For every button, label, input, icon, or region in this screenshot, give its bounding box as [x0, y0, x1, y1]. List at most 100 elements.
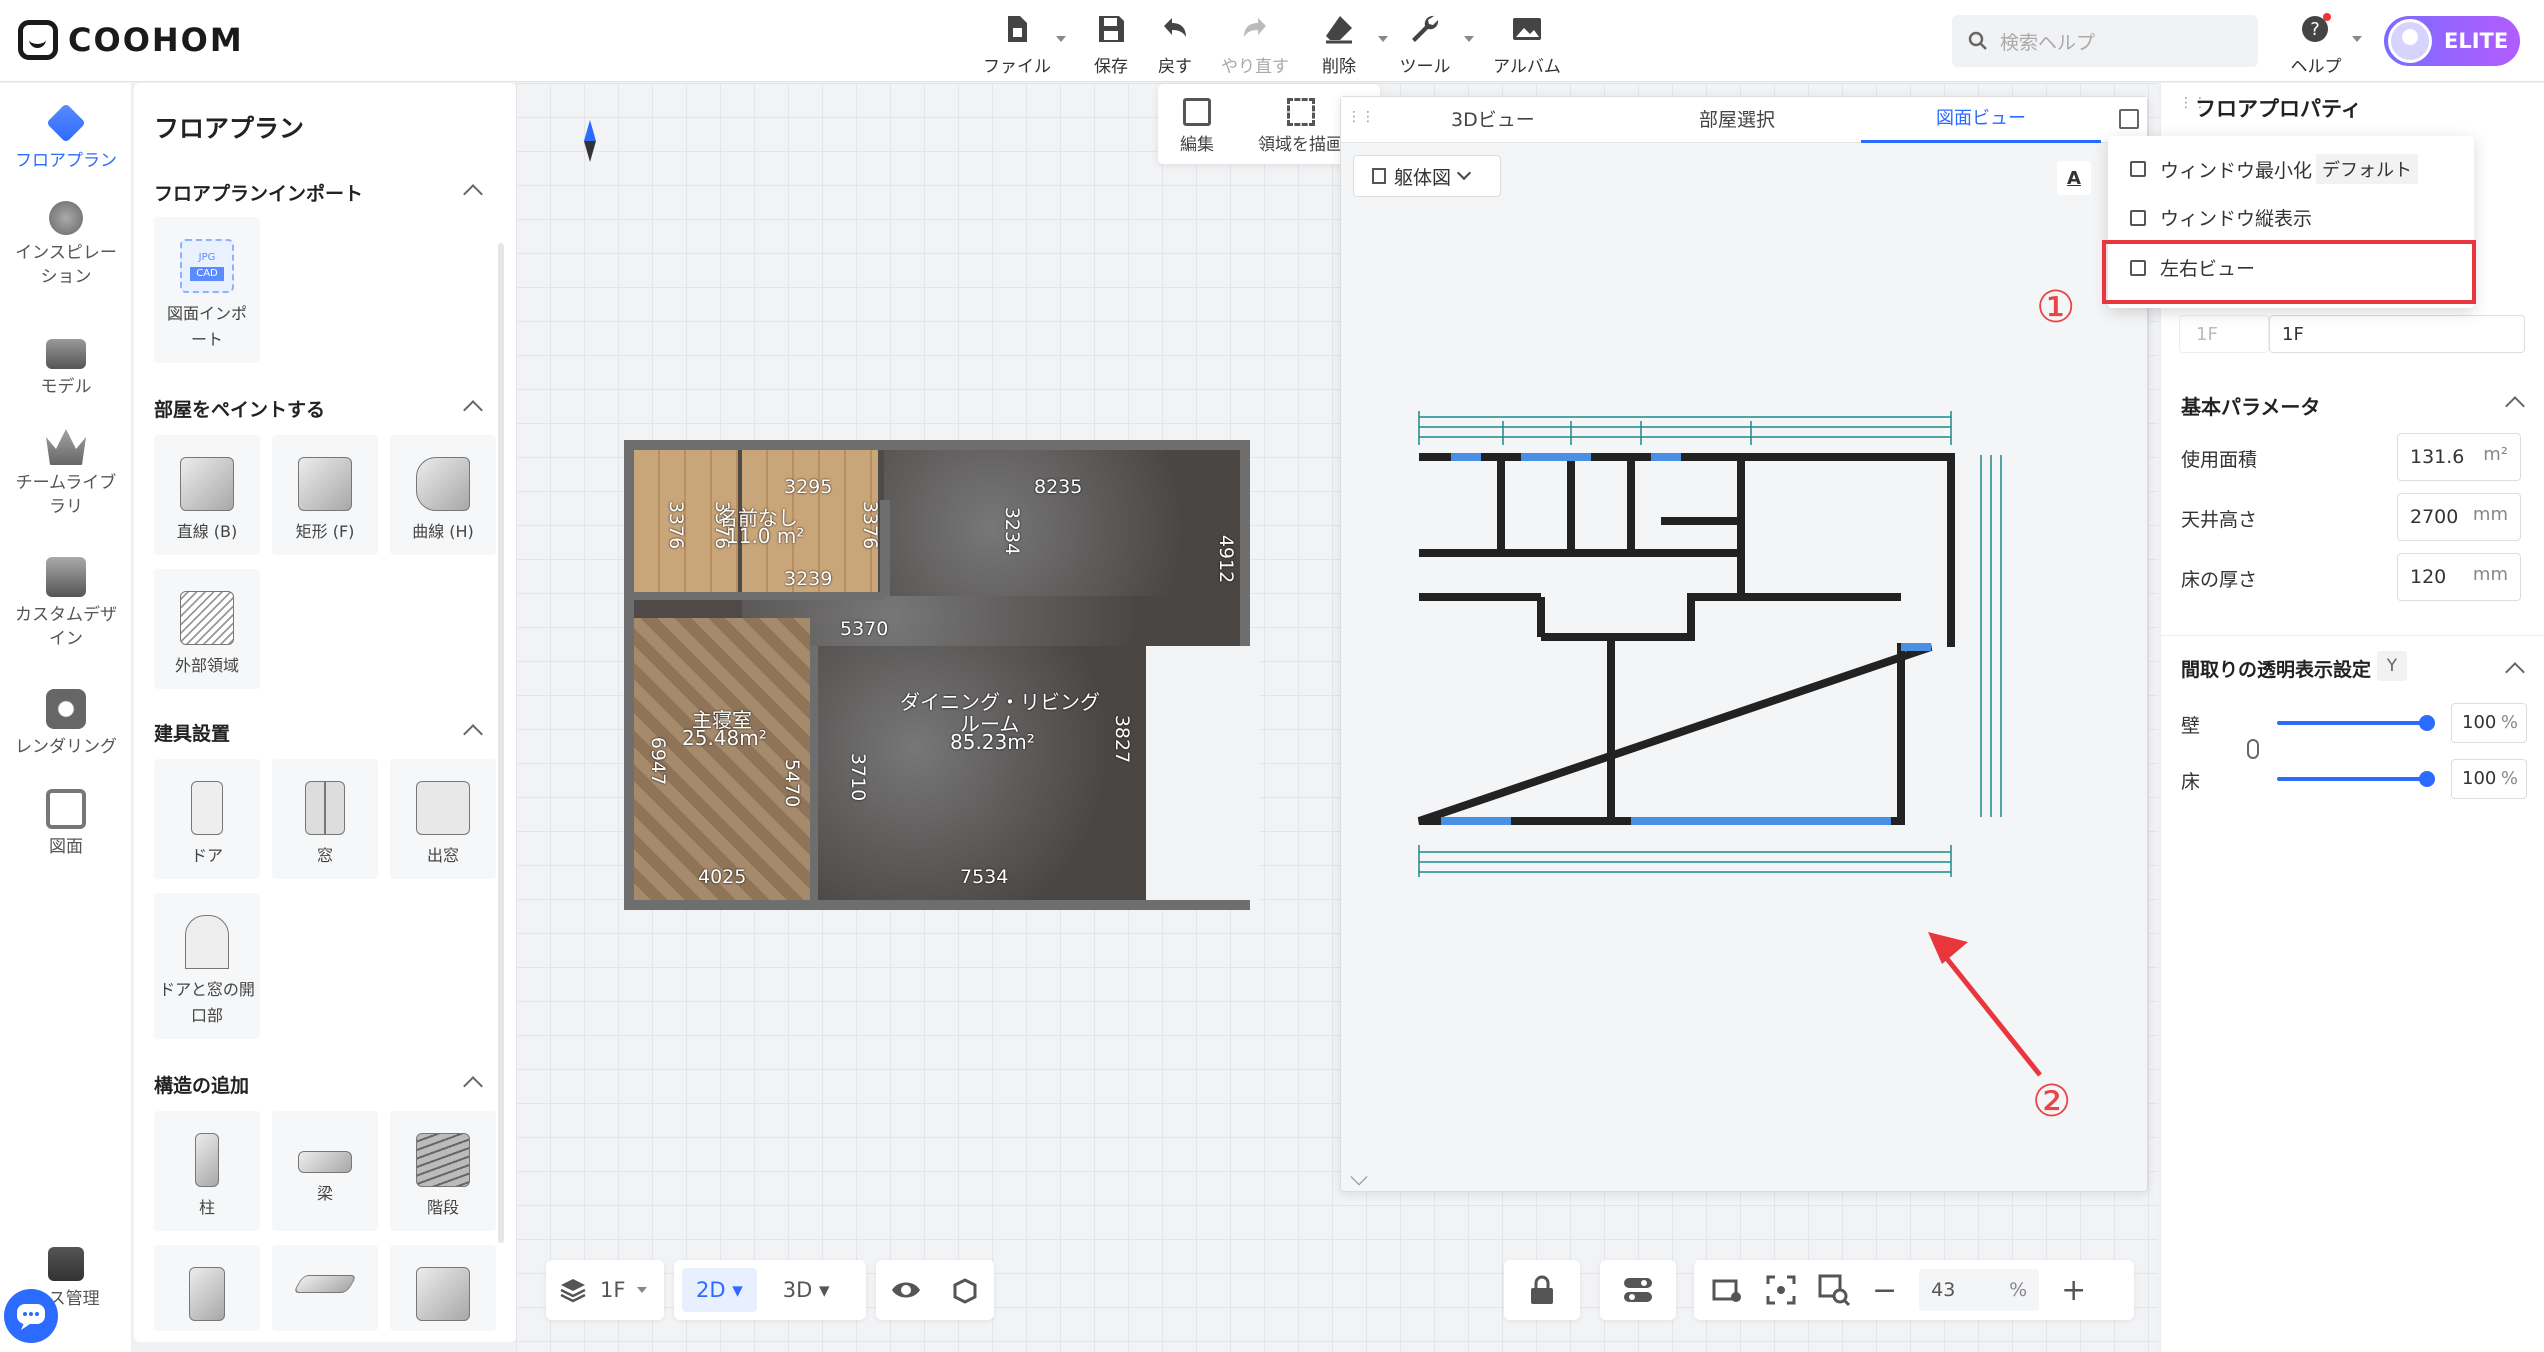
camera-settings-icon[interactable]: [1712, 1275, 1744, 1305]
menu-item-minimize[interactable]: ウィンドウ最小化 デフォルト: [2130, 154, 2419, 184]
collapse-chevron-icon[interactable]: [463, 184, 483, 204]
rail-item-model[interactable]: モデル: [0, 333, 132, 399]
rail-item-custom-design[interactable]: カスタムデザイン: [0, 557, 132, 651]
zoom-fit-icon[interactable]: [1818, 1274, 1850, 1306]
redo-button[interactable]: やり直す: [1210, 12, 1300, 77]
zoom-in-icon[interactable]: +: [2061, 1273, 2086, 1308]
tools-menu-button[interactable]: ツール: [1380, 12, 1474, 77]
dimension-label: 3827: [1111, 714, 1134, 764]
help-button[interactable]: ? ヘルプ: [2270, 12, 2362, 77]
struct-more-card-1[interactable]: [154, 1245, 260, 1331]
tab-drawing-view[interactable]: 図面ビュー: [1861, 97, 2101, 143]
fixture-window-card[interactable]: 窓: [272, 759, 378, 879]
area-input[interactable]: 131.6 m²: [2397, 433, 2521, 481]
drag-handle-icon[interactable]: ⋮⋮: [1347, 109, 1375, 125]
card-label: 階段: [426, 1198, 459, 1217]
wall-opacity-input[interactable]: 100%: [2451, 703, 2527, 743]
rail-item-rendering[interactable]: レンダリング: [0, 689, 132, 759]
paint-curve-card[interactable]: 曲線 (H): [390, 435, 496, 555]
rail-item-inspiration[interactable]: インスピレーション: [0, 201, 132, 289]
window-layout-icon[interactable]: [2119, 109, 2139, 129]
mode-3d-button[interactable]: 3D ▾: [783, 1278, 830, 1302]
rail-item-drawing[interactable]: 図面: [0, 789, 132, 859]
floor-name-input[interactable]: 1F: [2269, 315, 2525, 353]
floor-selector[interactable]: 1F: [546, 1260, 664, 1320]
cad-drawing[interactable]: [1411, 397, 2061, 877]
mode-2d-label: 2D: [696, 1278, 726, 1302]
collapse-chevron-icon[interactable]: [463, 400, 483, 420]
link-icon[interactable]: [2247, 739, 2259, 759]
album-button[interactable]: アルバム: [1482, 12, 1572, 77]
focus-icon[interactable]: [1766, 1275, 1796, 1305]
room-corridor[interactable]: [742, 596, 1240, 646]
room-area: 11.0 m²: [726, 524, 805, 548]
lightbulb-icon: [49, 201, 83, 235]
struct-more-card-2[interactable]: [272, 1245, 378, 1331]
collapse-chevron-icon[interactable]: [2505, 662, 2525, 682]
wall-opacity-slider[interactable]: [2277, 715, 2435, 731]
dimension-label: 3376: [665, 500, 688, 550]
annotation-text-tool-icon[interactable]: A: [2057, 161, 2091, 195]
rail-label: カスタムデザイン: [15, 605, 117, 649]
collapse-chevron-icon[interactable]: [463, 1076, 483, 1096]
eye-icon[interactable]: [890, 1278, 922, 1302]
stairs-icon: [416, 1133, 470, 1187]
fixture-door-card[interactable]: ドア: [154, 759, 260, 879]
tab-3d-view[interactable]: 3Dビュー: [1451, 105, 1535, 132]
ceiling-height-input[interactable]: 2700 mm: [2397, 493, 2521, 541]
brand-logo[interactable]: COOHOM: [18, 20, 244, 60]
collapse-chevron-icon[interactable]: [2505, 396, 2525, 416]
delete-button[interactable]: 削除: [1294, 12, 1388, 77]
menu-item-vertical[interactable]: ウィンドウ縦表示: [2130, 204, 2312, 231]
import-drawing-card[interactable]: JPG CAD 図面インポート: [154, 217, 260, 363]
draw-area-button[interactable]: 領域を描画: [1258, 98, 1343, 155]
floor-opacity-slider[interactable]: [2277, 771, 2435, 787]
floor-thickness-input[interactable]: 120 mm: [2397, 553, 2521, 601]
floor-opacity-input[interactable]: 100%: [2451, 759, 2527, 799]
tab-room-select[interactable]: 部屋選択: [1699, 105, 1775, 132]
edit-button[interactable]: 編集: [1180, 98, 1214, 155]
floorplan-panel: フロアプラン フロアプランインポート JPG CAD 図面インポート 部屋をペイ…: [134, 83, 516, 1342]
panel-title: フロアプラン: [154, 114, 305, 143]
file-icon: [1008, 16, 1027, 42]
struct-beam-card[interactable]: 梁: [272, 1111, 378, 1231]
fixture-opening-card[interactable]: ドアと窓の開口部: [154, 893, 260, 1039]
mode-2d-button[interactable]: 2D ▾: [682, 1268, 757, 1312]
edit-grid-icon: [1183, 98, 1211, 126]
chat-support-button[interactable]: [4, 1289, 58, 1343]
paint-exterior-card[interactable]: 外部領域: [154, 569, 260, 689]
album-label: アルバム: [1493, 57, 1561, 77]
resize-handle-icon[interactable]: [1350, 1168, 1368, 1186]
default-tag: デフォルト: [2316, 154, 2419, 184]
struct-more-card-3[interactable]: [390, 1245, 496, 1331]
rail-item-team-library[interactable]: チームライブラリ: [0, 425, 132, 519]
struct-stairs-card[interactable]: 階段: [390, 1111, 496, 1231]
paint-straight-card[interactable]: 直線 (B): [154, 435, 260, 555]
user-avatar-badge[interactable]: ELITE: [2384, 16, 2520, 66]
section-paint-title: 部屋をペイントする: [154, 399, 326, 421]
undo-button[interactable]: 戻す: [1130, 12, 1220, 77]
paint-rect-card[interactable]: 矩形 (F): [272, 435, 378, 555]
cube-view-icon[interactable]: [950, 1275, 980, 1305]
help-search-input[interactable]: 検索ヘルプ: [1952, 15, 2258, 67]
floor-select[interactable]: 1F: [2179, 315, 2269, 353]
collapse-chevron-icon[interactable]: [463, 724, 483, 744]
floor-select-value: 1F: [2196, 324, 2218, 345]
room-area: 85.23m²: [950, 730, 1035, 754]
compass-icon[interactable]: [582, 120, 598, 162]
file-menu-button[interactable]: ファイル: [972, 12, 1066, 77]
rail-item-floorplan[interactable]: フロアプラン: [0, 103, 132, 173]
zoom-value: 43: [1931, 1279, 1956, 1301]
zoom-out-icon[interactable]: −: [1872, 1273, 1897, 1308]
floor-plan-render[interactable]: 3295 8235 3376 3376 3376 3239 3234 4912 …: [624, 440, 1260, 910]
fixture-bay-window-card[interactable]: 出窓: [390, 759, 496, 879]
panel-scrollbar[interactable]: [498, 243, 504, 1243]
eraser-icon: [1326, 16, 1352, 44]
toggle-settings-button[interactable]: [1600, 1260, 1676, 1320]
zoom-input[interactable]: 43%: [1919, 1269, 2040, 1311]
column-icon: [195, 1133, 219, 1187]
floor-value: 1F: [600, 1278, 626, 1302]
drawing-type-dropdown[interactable]: 躯体図: [1353, 155, 1501, 197]
lock-button[interactable]: [1504, 1260, 1580, 1320]
struct-column-card[interactable]: 柱: [154, 1111, 260, 1231]
